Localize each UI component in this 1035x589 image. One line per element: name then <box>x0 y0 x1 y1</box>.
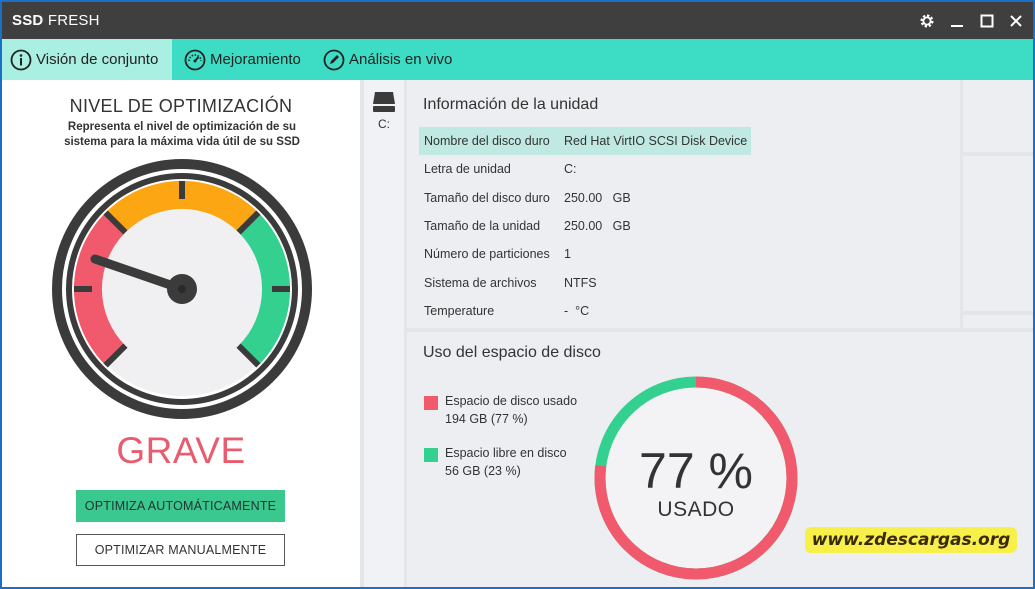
app-title: SSD FRESH <box>12 12 100 29</box>
pencil-icon <box>323 49 345 70</box>
legend-free: Espacio libre en disco 56 GB (23 %) <box>424 444 567 480</box>
legend-free-value: 56 GB (23 %) <box>445 464 521 478</box>
info-row: Letra de unidad C: <box>419 155 577 183</box>
legend-used-label: Espacio de disco usado <box>445 394 578 408</box>
drive-list: C: <box>364 80 404 587</box>
info-row-value: Red Hat VirtIO SCSI Disk Device <box>564 134 748 148</box>
side-panel <box>963 80 1033 152</box>
info-row-label: Número de particiones <box>424 247 550 261</box>
info-row: Temperature - °C <box>419 297 589 325</box>
info-row-value: NTFS <box>564 276 597 290</box>
speedometer-icon <box>184 49 206 70</box>
info-row-label: Letra de unidad <box>424 162 511 176</box>
legend-swatch-free <box>424 448 438 462</box>
close-button[interactable] <box>1003 8 1029 34</box>
tab-live-analysis[interactable]: Análisis en vivo <box>315 39 465 80</box>
optimize-manual-button[interactable]: OPTIMIZAR MANUALMENTE <box>76 534 285 566</box>
info-row-label: Sistema de archivos <box>424 276 537 290</box>
tab-overview-label: Visión de conjunto <box>36 51 159 68</box>
drive-item-c[interactable]: C: <box>364 80 404 135</box>
minimize-button[interactable] <box>944 8 970 34</box>
info-row: Nombre del disco duro Red Hat VirtIO SCS… <box>419 127 752 155</box>
title-bar: SSD FRESH <box>2 2 1033 39</box>
info-row: Tamaño de la unidad 250.00 GB <box>419 212 631 240</box>
info-row-value: 250.00 GB <box>564 191 631 205</box>
side-panel <box>963 156 1033 311</box>
tab-overview[interactable]: Visión de conjunto <box>2 39 172 80</box>
optimize-auto-button[interactable]: OPTIMIZA AUTOMÁTICAMENTE <box>76 490 285 522</box>
optimization-gauge <box>52 159 312 419</box>
maximize-icon <box>980 14 994 28</box>
info-row-value: C: <box>564 162 577 176</box>
info-row: Tamaño del disco duro 250.00 GB <box>419 184 631 212</box>
info-row: Sistema de archivos NTFS <box>419 269 597 297</box>
optimization-panel: NIVEL DE OPTIMIZACIÓN Representa el nive… <box>2 80 360 587</box>
optimization-status: GRAVE <box>116 430 246 471</box>
tab-improvement-label: Mejoramiento <box>210 51 301 68</box>
tab-live-analysis-label: Análisis en vivo <box>349 51 453 68</box>
info-row-value: 250.00 GB <box>564 219 631 233</box>
optimization-title: NIVEL DE OPTIMIZACIÓN <box>69 96 293 116</box>
usage-percent: 77 % <box>639 443 753 499</box>
drive-info-title: Información de la unidad <box>423 96 599 113</box>
tab-improvement[interactable]: Mejoramiento <box>176 39 316 80</box>
close-icon <box>1010 15 1022 27</box>
legend-swatch-used <box>424 396 438 410</box>
legend-used-value: 194 GB (77 %) <box>445 412 528 426</box>
disk-usage-title: Uso del espacio de disco <box>423 344 601 361</box>
tab-bar: Visión de conjunto Mejoramiento Análisis… <box>2 39 1033 80</box>
info-row-value: 1 <box>564 247 571 261</box>
minimize-icon <box>951 25 963 27</box>
drive-label: C: <box>378 117 390 131</box>
info-row-value: - °C <box>564 304 590 318</box>
side-panel <box>963 315 1033 328</box>
app-window: SSD FRESH Visión de conjunto Mejoramient… <box>2 2 1033 587</box>
info-icon <box>10 49 32 70</box>
gear-icon <box>920 14 934 28</box>
legend-free-label: Espacio libre en disco <box>445 446 567 460</box>
optimization-description: Representa el nivel de optimización de s… <box>64 121 300 148</box>
info-row-label: Temperature <box>424 304 495 318</box>
side-panels <box>960 80 1033 328</box>
legend-used: Espacio de disco usado 194 GB (77 %) <box>424 392 577 428</box>
maximize-button[interactable] <box>974 8 1000 34</box>
info-row: Número de particiones 1 <box>419 240 571 268</box>
watermark: www.zdescargas.org <box>805 527 1017 553</box>
drive-info-panel: Información de la unidad Nombre del disc… <box>407 80 960 328</box>
info-row-label: Nombre del disco duro <box>424 134 550 148</box>
drive-icon <box>373 92 395 112</box>
usage-center-label: USADO <box>657 498 735 521</box>
info-row-label: Tamaño del disco duro <box>424 191 550 205</box>
info-row-label: Tamaño de la unidad <box>424 219 541 233</box>
settings-button[interactable] <box>914 8 940 34</box>
